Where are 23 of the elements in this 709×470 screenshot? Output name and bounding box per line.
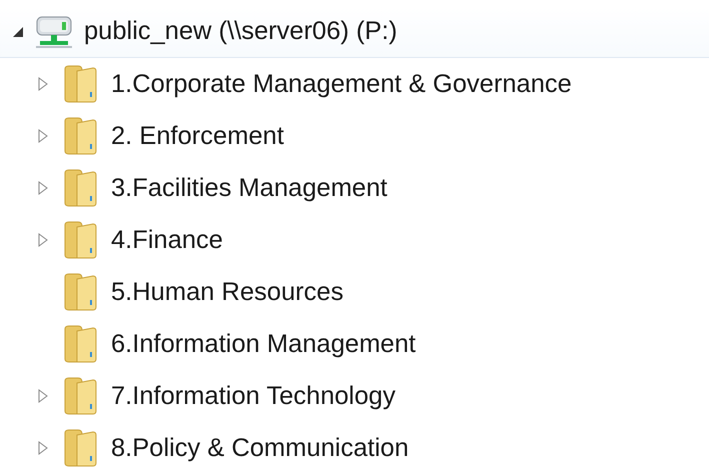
tree-item-label[interactable]: 4.Finance — [111, 226, 223, 254]
tree-item-label[interactable]: 2. Enforcement — [111, 122, 284, 150]
tree-item-label[interactable]: 7.Information Technology — [111, 382, 396, 410]
folder-icon — [63, 325, 97, 363]
tree-item-label[interactable]: 6.Information Management — [111, 330, 416, 358]
tree-item-label[interactable]: 3.Facilities Management — [111, 174, 388, 202]
expand-arrow-icon[interactable] — [38, 129, 48, 143]
collapse-arrow-icon[interactable] — [12, 26, 24, 38]
expand-arrow-icon[interactable] — [38, 389, 48, 403]
tree-item-label[interactable]: 1.Corporate Management & Governance — [111, 70, 572, 98]
folder-icon — [63, 169, 97, 207]
expand-arrow-icon[interactable] — [38, 181, 48, 195]
tree-item-label[interactable]: 5.Human Resources — [111, 278, 344, 306]
tree-item-label[interactable]: 8.Policy & Communication — [111, 434, 409, 462]
expand-arrow-icon[interactable] — [38, 77, 48, 91]
folder-icon — [63, 429, 97, 467]
folder-icon — [63, 117, 97, 155]
folder-icon — [63, 273, 97, 311]
expand-arrow-icon[interactable] — [38, 441, 48, 455]
folder-icon — [63, 221, 97, 259]
expand-arrow-icon[interactable] — [38, 233, 48, 247]
folder-icon — [63, 377, 97, 415]
folder-icon — [63, 65, 97, 103]
